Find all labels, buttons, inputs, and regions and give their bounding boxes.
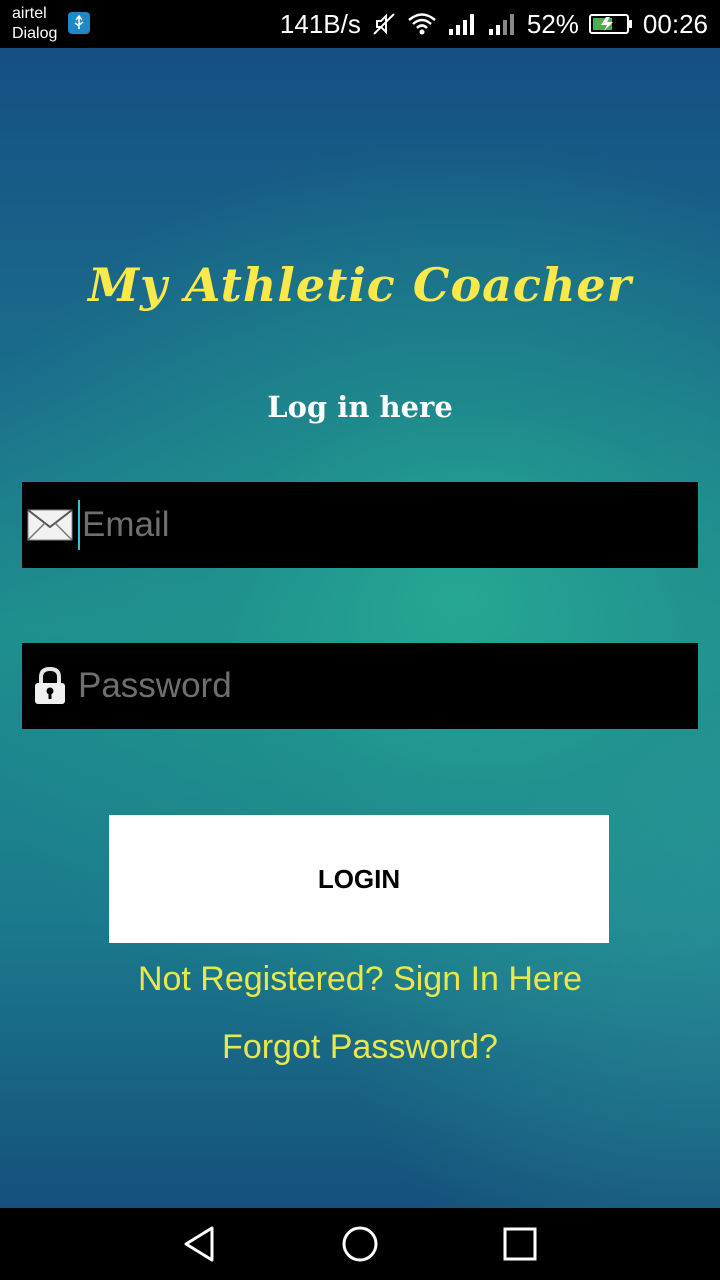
login-button[interactable]: LOGIN: [109, 815, 609, 943]
mute-icon: [371, 11, 397, 37]
email-field[interactable]: [22, 482, 698, 568]
app-title: My Athletic Coacher: [88, 258, 632, 312]
lock-icon: [22, 643, 78, 729]
battery-charging-icon: [588, 12, 633, 36]
signal-icon: [447, 12, 477, 36]
forgot-password-link[interactable]: Forgot Password?: [0, 1028, 720, 1067]
carrier-name: airtel: [12, 5, 47, 22]
clock: 00:26: [642, 8, 708, 39]
carrier-network: Dialog: [12, 25, 58, 42]
signal-2-icon: [487, 12, 517, 36]
navigation-bar: [0, 1208, 720, 1280]
status-bar: airtel Dialog 141B/s 52% 00:26: [0, 0, 720, 48]
battery-percent: 52%: [526, 8, 579, 39]
status-icons: 141B/s 52% 00:26: [280, 0, 708, 48]
wifi-icon: [407, 12, 437, 36]
text-cursor: [78, 500, 80, 550]
usb-icon: [68, 12, 90, 34]
recent-apps-icon[interactable]: [500, 1224, 540, 1264]
email-input[interactable]: [82, 482, 698, 568]
carrier-info: airtel Dialog: [12, 4, 57, 44]
home-icon[interactable]: [340, 1224, 380, 1264]
password-field[interactable]: [22, 643, 698, 729]
screen: airtel Dialog 141B/s 52% 00:26 My Athlet…: [0, 0, 720, 1280]
network-speed: 141B/s: [279, 8, 361, 39]
login-subtitle: Log in here: [267, 390, 453, 424]
back-icon[interactable]: [180, 1224, 220, 1264]
register-link[interactable]: Not Registered? Sign In Here: [0, 960, 720, 999]
password-input[interactable]: [78, 643, 698, 729]
envelope-icon: [22, 482, 78, 568]
login-screen: My Athletic Coacher Log in here Email LO…: [0, 48, 720, 1208]
